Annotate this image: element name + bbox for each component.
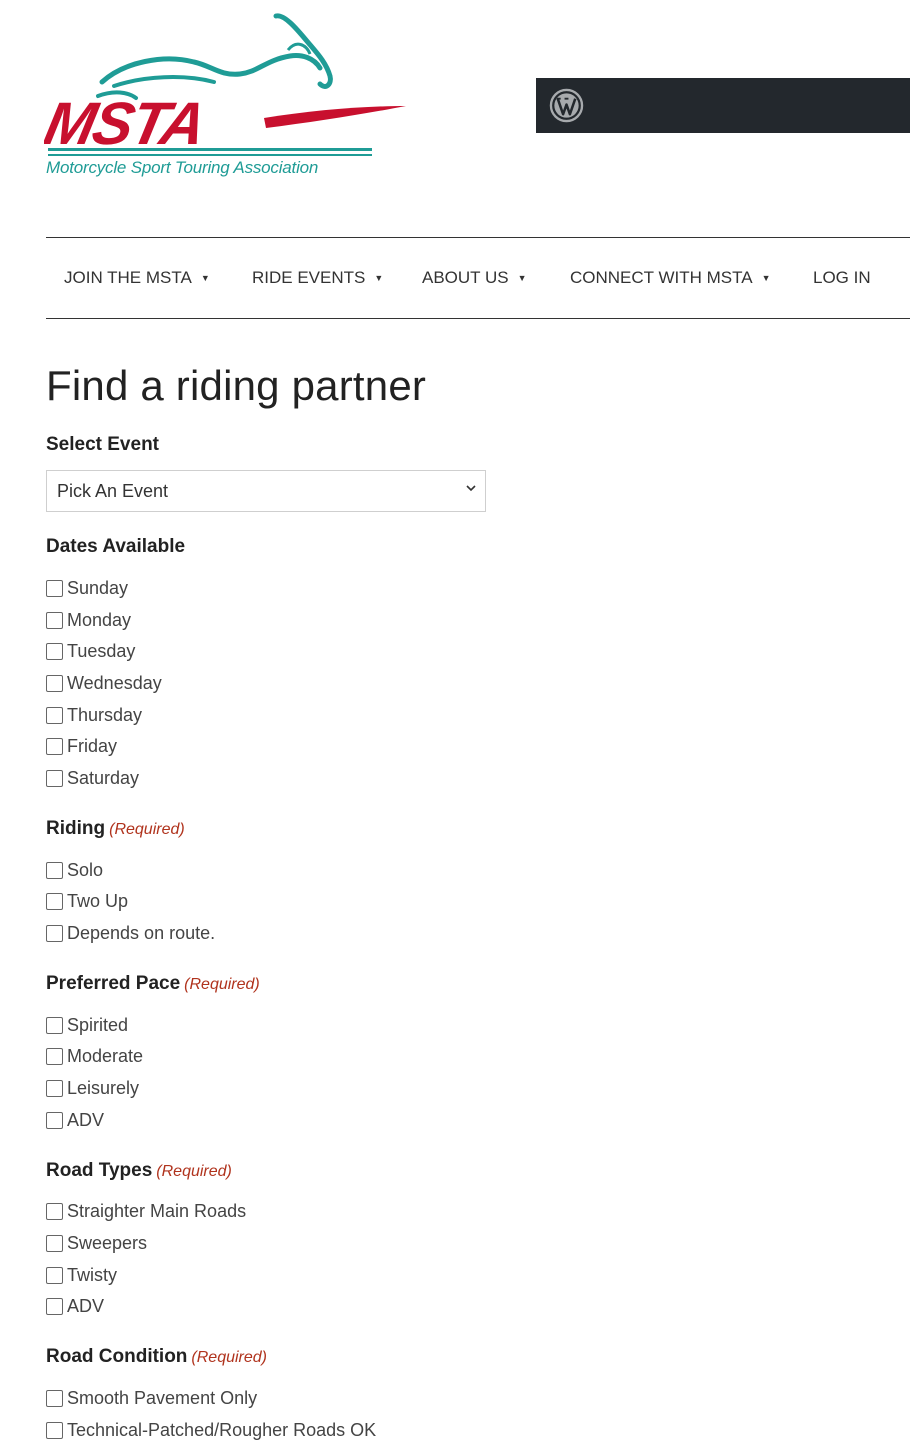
required-indicator: (Required): [191, 1349, 268, 1366]
checkbox[interactable]: [46, 769, 63, 787]
checkbox-thursday[interactable]: Thursday: [46, 703, 142, 727]
nav-about-us[interactable]: ABOUT US ▼: [422, 268, 527, 288]
road-types-label-text: Road Types: [46, 1160, 153, 1181]
option-label: Spirited: [67, 1014, 129, 1035]
checkbox-sweepers[interactable]: Sweepers: [46, 1231, 147, 1255]
checkbox[interactable]: [46, 1111, 63, 1129]
nav-label: RIDE EVENTS: [252, 268, 366, 287]
event-select[interactable]: Pick An Event: [46, 470, 486, 512]
msta-logo[interactable]: MSTA Motorcycle Sport Touring Associatio…: [39, 10, 408, 182]
checkbox-saturday[interactable]: Saturday: [46, 766, 139, 790]
required-indicator: (Required): [184, 976, 260, 993]
checkbox[interactable]: [46, 706, 63, 724]
checkbox[interactable]: [46, 1234, 63, 1252]
wordpress-icon[interactable]: [549, 88, 584, 123]
checkbox[interactable]: [46, 1047, 63, 1065]
option-label: Wednesday: [67, 672, 162, 693]
main-nav: JOIN THE MSTA ▼ RIDE EVENTS ▼ ABOUT US ▼ CO…: [46, 237, 910, 319]
option-label: Tuesday: [67, 640, 136, 661]
checkbox-pace-adv[interactable]: ADV: [46, 1108, 104, 1132]
nav-log-in[interactable]: LOG IN: [813, 268, 871, 288]
required-indicator: (Required): [156, 1163, 232, 1180]
checkbox[interactable]: [46, 674, 63, 692]
nav-connect-with-msta[interactable]: CONNECT WITH MSTA ▼: [570, 268, 771, 288]
checkbox-leisurely[interactable]: Leisurely: [46, 1076, 139, 1100]
checkbox-depends-on-route[interactable]: Depends on route.: [46, 921, 215, 945]
option-label: Straighter Main Roads: [67, 1200, 247, 1221]
option-label: ADV: [67, 1109, 105, 1130]
checkbox-wednesday[interactable]: Wednesday: [46, 671, 162, 695]
option-label: Monday: [67, 609, 132, 630]
checkbox-friday[interactable]: Friday: [46, 734, 117, 758]
option-label: Smooth Pavement Only: [67, 1387, 258, 1408]
road-types-label: Road Types (Required): [46, 1160, 232, 1182]
option-label: Twisty: [67, 1264, 118, 1285]
preferred-pace-label-text: Preferred Pace: [46, 973, 181, 994]
checkbox-moderate[interactable]: Moderate: [46, 1044, 143, 1068]
checkbox-twisty[interactable]: Twisty: [46, 1263, 117, 1287]
chevron-down-icon: [466, 485, 476, 492]
checkbox[interactable]: [46, 1421, 63, 1439]
checkbox-smooth-pavement-only[interactable]: Smooth Pavement Only: [46, 1386, 257, 1410]
logo-tagline: Motorcycle Sport Touring Association: [46, 158, 319, 177]
checkbox[interactable]: [46, 579, 63, 597]
checkbox[interactable]: [46, 1079, 63, 1097]
page-title: Find a riding partner: [46, 362, 427, 409]
required-indicator: (Required): [109, 821, 185, 838]
checkbox-straighter-main-roads[interactable]: Straighter Main Roads: [46, 1199, 246, 1223]
road-condition-label-text: Road Condition: [46, 1346, 188, 1367]
checkbox-two-up[interactable]: Two Up: [46, 889, 128, 913]
checkbox[interactable]: [46, 1266, 63, 1284]
checkbox[interactable]: [46, 861, 63, 879]
checkbox[interactable]: [46, 611, 63, 629]
nav-label: LOG IN: [813, 268, 871, 287]
checkbox-tuesday[interactable]: Tuesday: [46, 639, 135, 663]
nav-join-the-msta[interactable]: JOIN THE MSTA ▼: [64, 268, 210, 288]
checkbox[interactable]: [46, 1389, 63, 1407]
option-label: Sunday: [67, 577, 129, 598]
select-event-label: Select Event: [46, 434, 159, 455]
checkbox[interactable]: [46, 642, 63, 660]
event-select-value: Pick An Event: [57, 481, 169, 501]
nav-label: JOIN THE MSTA: [64, 268, 192, 287]
dates-available-label: Dates Available: [46, 536, 186, 557]
checkbox-technical-rougher-roads[interactable]: Technical-Patched/Rougher Roads OK: [46, 1418, 376, 1442]
admin-bar: [536, 78, 910, 133]
checkbox-spirited[interactable]: Spirited: [46, 1013, 128, 1037]
option-label: Depends on route.: [67, 922, 216, 943]
checkbox[interactable]: [46, 1202, 63, 1220]
caret-down-icon: ▼: [374, 273, 384, 283]
checkbox[interactable]: [46, 892, 63, 910]
checkbox-monday[interactable]: Monday: [46, 608, 131, 632]
checkbox-sunday[interactable]: Sunday: [46, 576, 128, 600]
option-label: ADV: [67, 1295, 105, 1316]
riding-label: Riding (Required): [46, 818, 185, 840]
option-label: Technical-Patched/Rougher Roads OK: [67, 1419, 377, 1440]
nav-label: ABOUT US: [422, 268, 509, 287]
caret-down-icon: ▼: [200, 273, 210, 283]
road-condition-label: Road Condition (Required): [46, 1346, 267, 1368]
checkbox-road-adv[interactable]: ADV: [46, 1294, 104, 1318]
preferred-pace-label: Preferred Pace (Required): [46, 973, 260, 995]
checkbox[interactable]: [46, 1016, 63, 1034]
caret-down-icon: ▼: [761, 273, 771, 283]
checkbox[interactable]: [46, 737, 63, 755]
riding-label-text: Riding: [46, 818, 106, 839]
option-label: Saturday: [67, 767, 140, 788]
option-label: Sweepers: [67, 1232, 148, 1253]
motorcycle-logo-graphic: MSTA: [39, 13, 406, 157]
option-label: Moderate: [67, 1045, 144, 1066]
caret-down-icon: ▼: [517, 273, 527, 283]
nav-ride-events[interactable]: RIDE EVENTS ▼: [252, 268, 383, 288]
option-label: Solo: [67, 859, 104, 880]
option-label: Thursday: [67, 704, 143, 725]
option-label: Two Up: [67, 890, 129, 911]
option-label: Leisurely: [67, 1077, 140, 1098]
option-label: Friday: [67, 735, 118, 756]
nav-label: CONNECT WITH MSTA: [570, 268, 753, 287]
checkbox[interactable]: [46, 924, 63, 942]
logo-wordmark: MSTA: [44, 90, 211, 157]
checkbox-solo[interactable]: Solo: [46, 858, 103, 882]
checkbox[interactable]: [46, 1297, 63, 1315]
